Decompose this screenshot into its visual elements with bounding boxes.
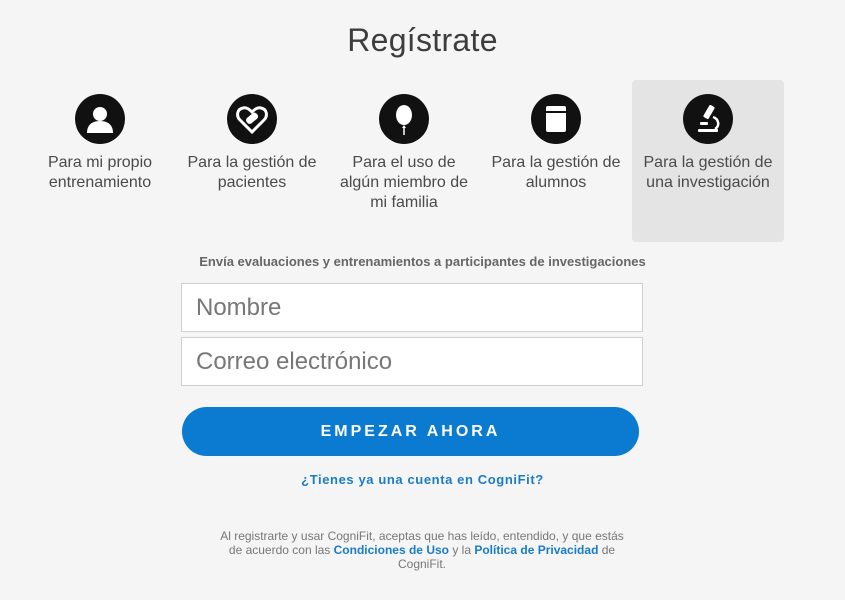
- option-research[interactable]: Para la gestión de una investigación: [632, 80, 784, 242]
- privacy-policy-link[interactable]: Política de Privacidad: [474, 543, 598, 557]
- option-own-training[interactable]: Para mi propio entrenamiento: [24, 80, 176, 242]
- heart-bandage-icon: [227, 94, 277, 144]
- balloon-icon: [379, 94, 429, 144]
- option-students[interactable]: Para la gestión de alumnos: [480, 80, 632, 242]
- option-description: Envía evaluaciones y entrenamientos a pa…: [199, 254, 646, 269]
- option-label: Para la gestión de pacientes: [187, 154, 317, 191]
- option-label: Para la gestión de una investigación: [643, 154, 773, 191]
- start-now-button[interactable]: EMPEZAR AHORA: [182, 407, 639, 456]
- option-label: Para la gestión de alumnos: [491, 154, 621, 191]
- option-label: Para el uso de algún miembro de mi famil…: [339, 154, 469, 211]
- option-label: Para mi propio entrenamiento: [47, 154, 153, 191]
- login-link[interactable]: ¿Tienes ya una cuenta en CogniFit?: [0, 472, 845, 487]
- microscope-icon: [683, 94, 733, 144]
- page-title: Regístrate: [347, 22, 498, 58]
- option-family[interactable]: Para el uso de algún miembro de mi famil…: [328, 80, 480, 242]
- email-input[interactable]: [181, 337, 643, 386]
- name-input[interactable]: [181, 283, 643, 332]
- option-patients[interactable]: Para la gestión de pacientes: [176, 80, 328, 242]
- account-type-options: Para mi propio entrenamiento Para la ges…: [24, 80, 784, 242]
- terms-middle: y la: [449, 543, 475, 557]
- user-icon: [75, 94, 125, 144]
- terms-notice: Al registrarte y usar CogniFit, aceptas …: [212, 529, 632, 571]
- terms-of-use-link[interactable]: Condiciones de Uso: [334, 543, 449, 557]
- notebook-icon: [531, 94, 581, 144]
